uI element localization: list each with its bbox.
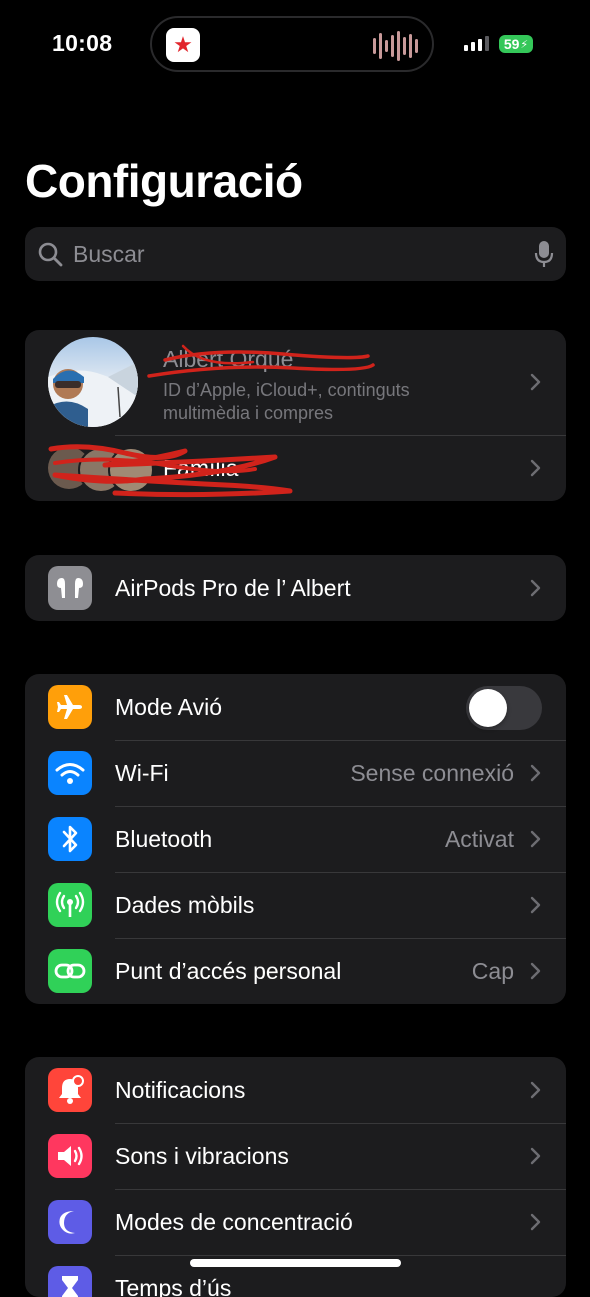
airplane-icon bbox=[48, 685, 92, 729]
airplane-mode-toggle[interactable] bbox=[466, 686, 542, 730]
microphone-icon[interactable] bbox=[534, 240, 554, 268]
apple-id-row[interactable]: Albert Orqué ID d’Apple, iCloud+, contin… bbox=[25, 330, 566, 435]
wifi-icon bbox=[48, 751, 92, 795]
focus-label: Modes de concentració bbox=[115, 1209, 353, 1236]
status-time: 10:08 bbox=[52, 30, 112, 57]
wifi-value: Sense connexió bbox=[350, 760, 514, 787]
charging-icon: ⚡ bbox=[520, 38, 528, 51]
home-indicator[interactable] bbox=[190, 1259, 401, 1267]
hotspot-icon bbox=[48, 949, 92, 993]
devices-group: AirPods Pro de l’ Albert bbox=[25, 555, 566, 621]
airplane-mode-label: Mode Avió bbox=[115, 694, 222, 721]
sounds-label: Sons i vibracions bbox=[115, 1143, 289, 1170]
speaker-icon bbox=[48, 1134, 92, 1178]
cellular-data-row[interactable]: Dades mòbils bbox=[25, 872, 566, 938]
connectivity-group: Mode Avió Wi-Fi Sense connexió Bluetooth… bbox=[25, 674, 566, 1004]
search-icon bbox=[37, 241, 63, 267]
focus-row[interactable]: Modes de concentració bbox=[25, 1189, 566, 1255]
wifi-row[interactable]: Wi-Fi Sense connexió bbox=[25, 740, 566, 806]
chevron-right-icon bbox=[526, 764, 544, 782]
bluetooth-value: Activat bbox=[445, 826, 514, 853]
chevron-right-icon bbox=[526, 1147, 544, 1165]
family-avatars bbox=[48, 443, 148, 493]
battery-level: 59 bbox=[504, 36, 520, 52]
profile-subtitle: ID d’Apple, iCloud+, continguts multimèd… bbox=[163, 379, 493, 425]
personal-hotspot-row[interactable]: Punt d’accés personal Cap bbox=[25, 938, 566, 1004]
bluetooth-icon bbox=[48, 817, 92, 861]
chevron-right-icon bbox=[526, 830, 544, 848]
family-label: Família bbox=[163, 455, 238, 482]
cellular-data-label: Dades mòbils bbox=[115, 892, 254, 919]
chevron-right-icon bbox=[526, 896, 544, 914]
bluetooth-label: Bluetooth bbox=[115, 826, 212, 853]
screen-time-label: Temps d’ús bbox=[115, 1275, 231, 1297]
chevron-right-icon bbox=[526, 459, 544, 477]
notifications-row[interactable]: Notificacions bbox=[25, 1057, 566, 1123]
chevron-right-icon bbox=[526, 579, 544, 597]
chevron-right-icon bbox=[526, 962, 544, 980]
avatar bbox=[48, 337, 138, 427]
bluetooth-row[interactable]: Bluetooth Activat bbox=[25, 806, 566, 872]
bell-icon bbox=[48, 1068, 92, 1112]
airpods-icon bbox=[48, 566, 92, 610]
moon-icon bbox=[48, 1200, 92, 1244]
toggle-knob bbox=[469, 689, 507, 727]
chevron-right-icon bbox=[526, 373, 544, 391]
cellular-signal-icon bbox=[464, 35, 489, 51]
wifi-label: Wi-Fi bbox=[115, 760, 169, 787]
chevron-right-icon bbox=[526, 1081, 544, 1099]
profile-group: Albert Orqué ID d’Apple, iCloud+, contin… bbox=[25, 330, 566, 501]
antenna-icon bbox=[48, 883, 92, 927]
airpods-label: AirPods Pro de l’ Albert bbox=[115, 575, 351, 602]
audio-waveform-icon bbox=[373, 31, 418, 61]
chevron-right-icon bbox=[526, 1213, 544, 1231]
battery-indicator: 59⚡ bbox=[499, 35, 533, 53]
personal-hotspot-label: Punt d’accés personal bbox=[115, 958, 341, 985]
hourglass-icon bbox=[48, 1266, 92, 1297]
airpods-row[interactable]: AirPods Pro de l’ Albert bbox=[25, 555, 566, 621]
search-field[interactable]: Buscar bbox=[25, 227, 566, 281]
airplane-mode-row[interactable]: Mode Avió bbox=[25, 674, 566, 740]
family-row[interactable]: Família bbox=[25, 435, 566, 501]
personal-hotspot-value: Cap bbox=[472, 958, 514, 985]
notifications-label: Notificacions bbox=[115, 1077, 245, 1104]
page-title: Configuració bbox=[25, 154, 303, 208]
radio-app-icon: ★ bbox=[166, 28, 200, 62]
search-input[interactable]: Buscar bbox=[73, 241, 534, 268]
dynamic-island[interactable]: ★ bbox=[150, 16, 434, 72]
profile-name: Albert Orqué bbox=[163, 346, 293, 373]
sounds-row[interactable]: Sons i vibracions bbox=[25, 1123, 566, 1189]
